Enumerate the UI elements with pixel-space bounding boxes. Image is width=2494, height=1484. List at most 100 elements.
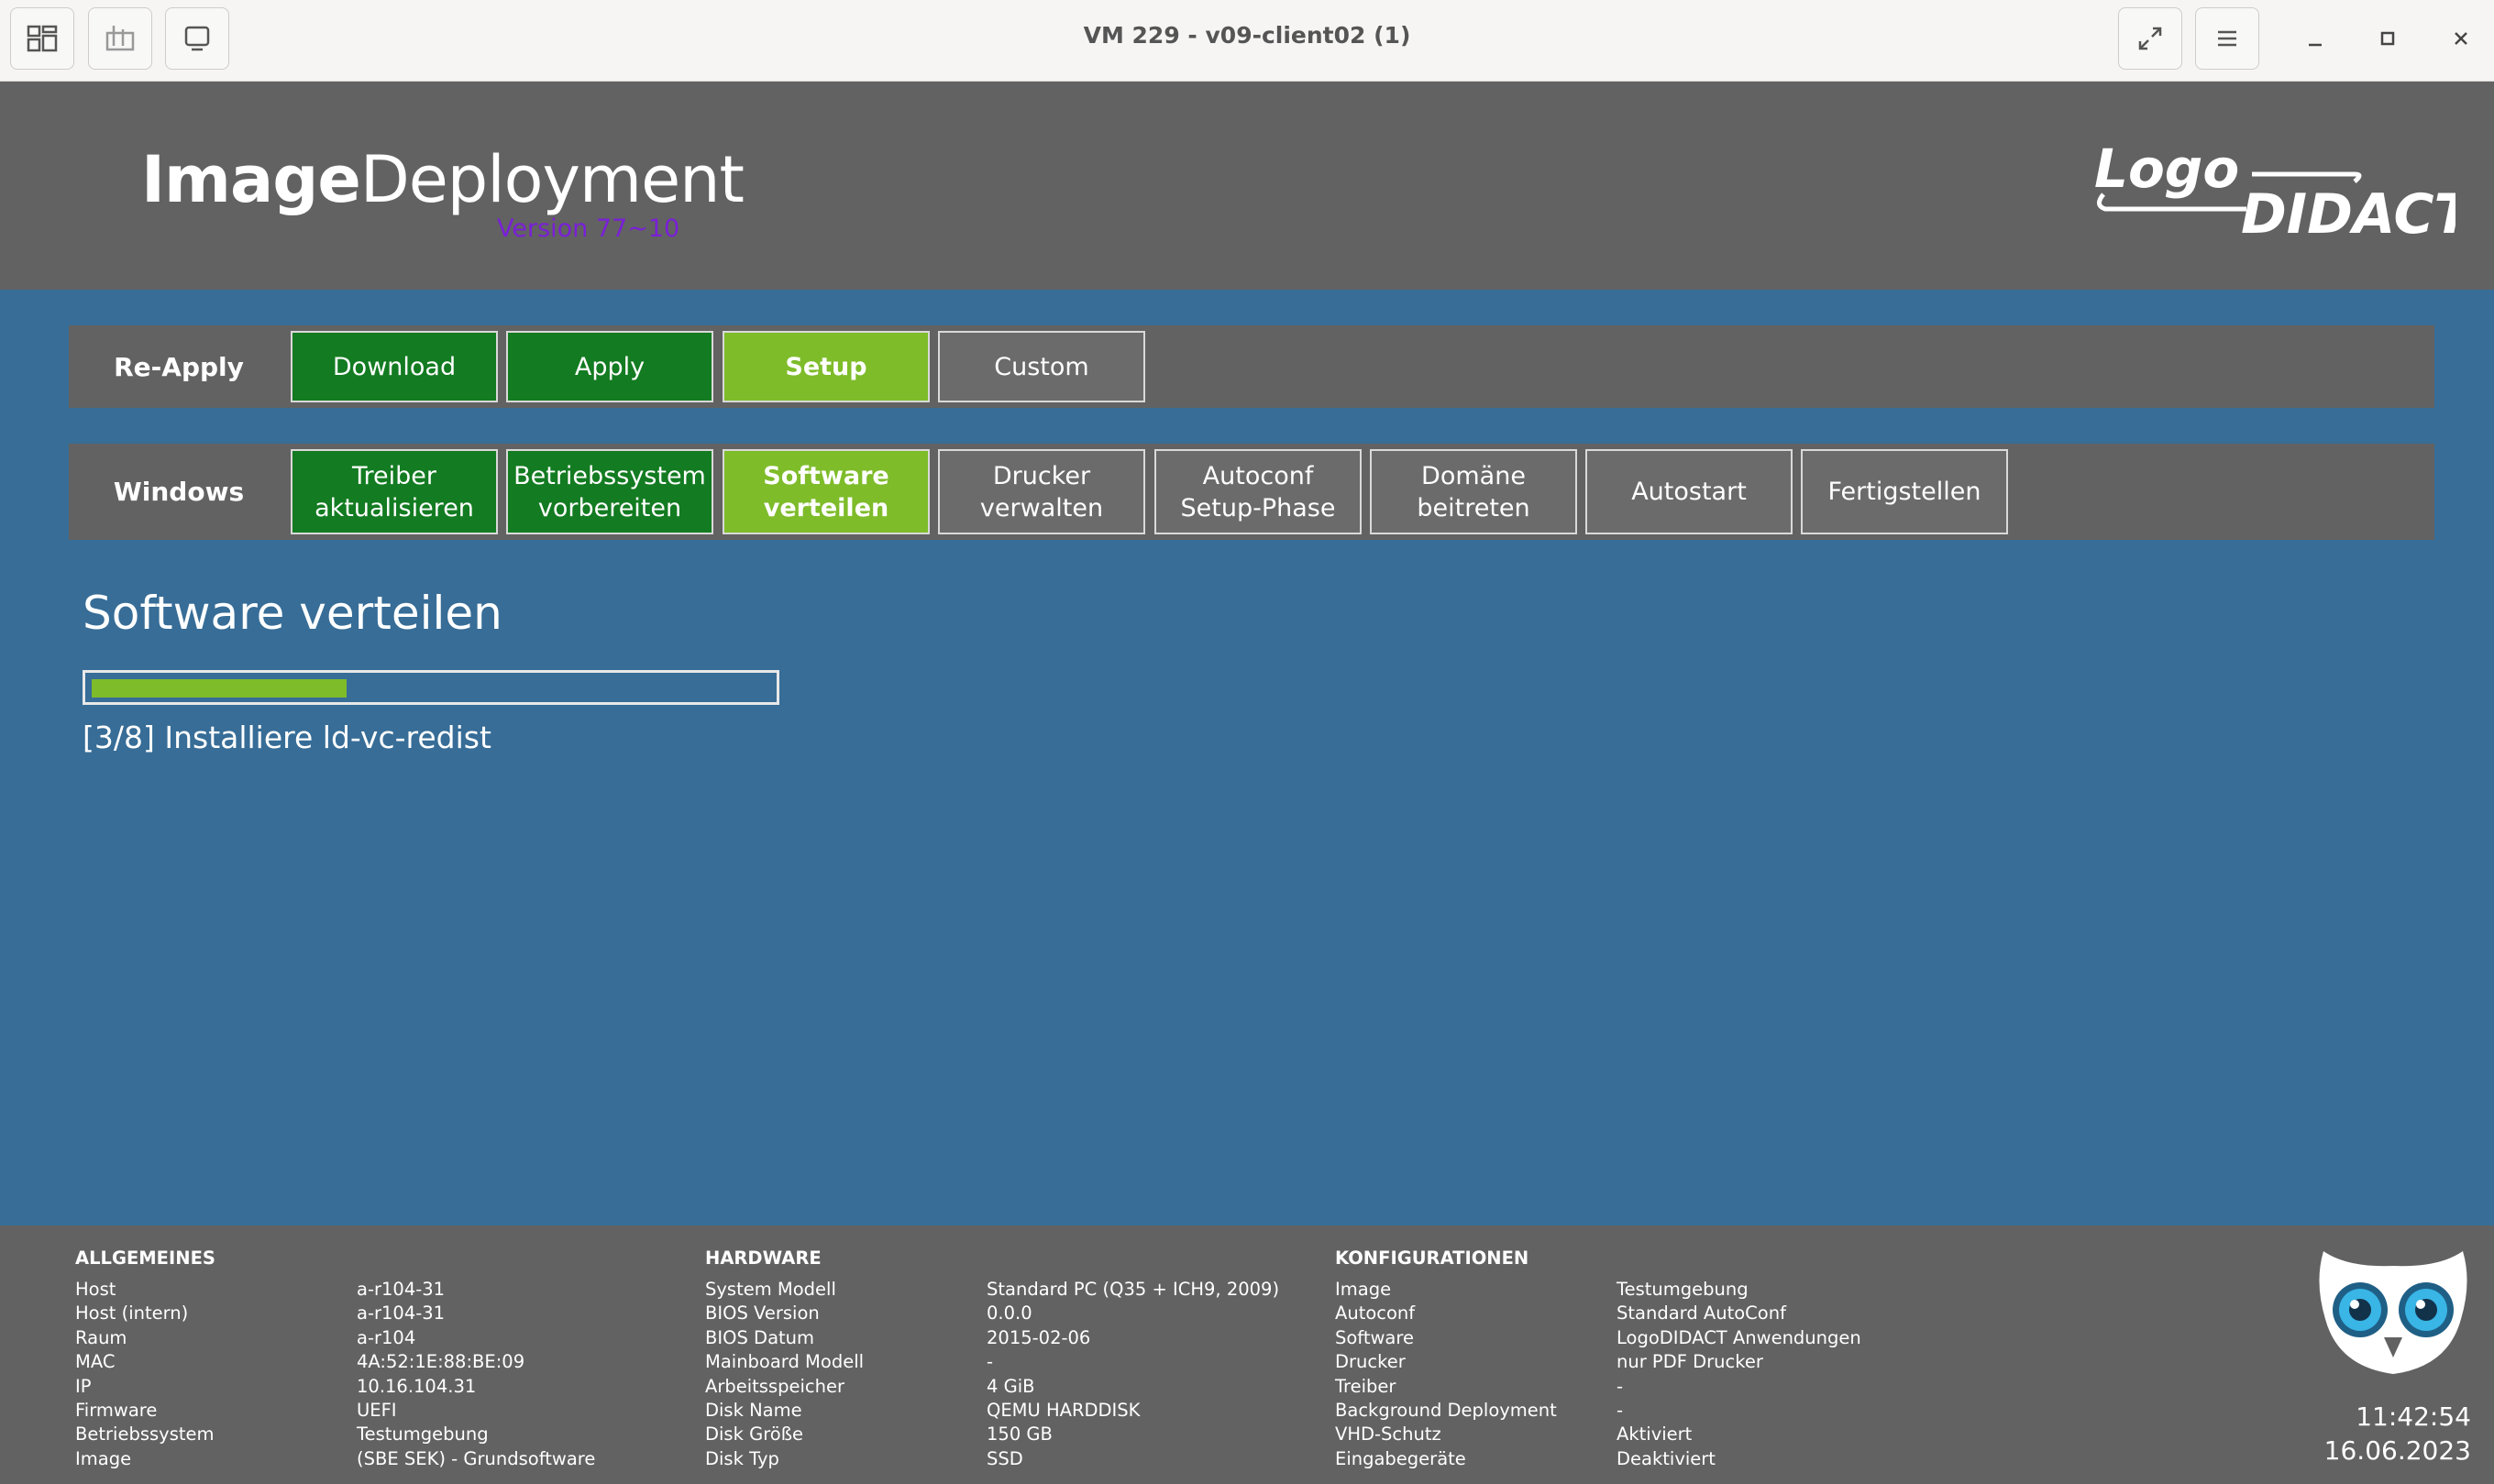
maximize-button[interactable] (2367, 18, 2408, 59)
step-line2: Setup-Phase (1180, 493, 1336, 522)
info-key: Software (1335, 1326, 1414, 1348)
logo-text-bottom: DIDACT (2241, 182, 2455, 247)
info-key: Disk Typ (705, 1447, 779, 1469)
window-titlebar: VM 229 - v09-client02 (1) (0, 0, 2494, 82)
section-title-hardware: HARDWARE (705, 1248, 822, 1269)
setup-button[interactable]: Setup (723, 331, 930, 402)
info-key: MAC (75, 1351, 116, 1373)
step-fertigstellen[interactable]: Fertigstellen (1801, 449, 2008, 534)
info-value: - (1617, 1400, 1624, 1421)
step-line1: Betriebssystem (513, 461, 706, 490)
info-value: (SBE SEK) - Grundsoftware (357, 1447, 596, 1469)
info-value: Aktiviert (1617, 1424, 1693, 1446)
info-key: Eingabegeräte (1335, 1447, 1466, 1469)
info-value: a-r104 (357, 1326, 416, 1348)
info-key: Background Deployment (1335, 1400, 1557, 1421)
step-betriebssystem-vorbereiten[interactable]: Betriebssystem vorbereiten (506, 449, 713, 534)
step-domaene-beitreten[interactable]: Domäne beitreten (1370, 449, 1577, 534)
step-line1: Fertigstellen (1827, 478, 1981, 506)
custom-button[interactable]: Custom (938, 331, 1145, 402)
step-autostart[interactable]: Autostart (1585, 449, 1793, 534)
step-treiber-aktualisieren[interactable]: Treiber aktualisieren (291, 449, 498, 534)
step-line1: Treiber (352, 461, 436, 490)
progress-fill (92, 679, 347, 698)
windows-label: Windows (113, 477, 245, 507)
info-value: Testumgebung (357, 1424, 489, 1446)
info-footer: ALLGEMEINES HARDWARE KONFIGURATIONEN Hos… (0, 1226, 2494, 1484)
status-text: [3/8] Installiere ld-vc-redist (83, 720, 491, 755)
info-value: Standard PC (Q35 + ICH9, 2009) (987, 1279, 1280, 1300)
info-value: a-r104-31 (357, 1279, 446, 1300)
step-line2: vorbereiten (537, 493, 682, 522)
windows-bar: Windows Treiber aktualisieren Betriebssys… (69, 444, 2434, 540)
info-key: Image (75, 1447, 132, 1469)
info-value: 0.0.0 (987, 1303, 1032, 1325)
info-key: Disk Größe (705, 1424, 803, 1446)
info-value: Deaktiviert (1617, 1447, 1716, 1469)
step-line2: verteilen (763, 493, 889, 522)
info-key: Image (1335, 1279, 1392, 1300)
info-value: - (987, 1351, 994, 1373)
step-line1: Software (763, 461, 889, 490)
menu-icon (2218, 30, 2236, 47)
logo-text-top: Logo (2094, 137, 2239, 200)
page-title: Software verteilen (83, 587, 502, 640)
info-value: Testumgebung (1617, 1279, 1749, 1300)
info-value: nur PDF Drucker (1617, 1351, 1763, 1373)
info-value: 150 GB (987, 1424, 1053, 1446)
apply-button[interactable]: Apply (506, 331, 713, 402)
info-value: QEMU HARDDISK (987, 1400, 1141, 1421)
close-button[interactable] (2441, 18, 2481, 59)
info-key: Firmware (75, 1400, 158, 1421)
step-line1: Domäne (1421, 461, 1526, 490)
info-key: Disk Name (705, 1400, 802, 1421)
info-key: Mainboard Modell (705, 1351, 865, 1373)
section-title-general: ALLGEMEINES (75, 1248, 215, 1269)
close-icon (2455, 32, 2467, 45)
info-value: SSD (987, 1447, 1023, 1469)
info-key: Host (intern) (75, 1303, 189, 1325)
owl-mascot-icon (2319, 1251, 2467, 1374)
minimize-button[interactable] (2295, 18, 2335, 59)
brand-light: Deployment (359, 142, 745, 217)
step-software-verteilen[interactable]: Software verteilen (723, 449, 930, 534)
reapply-label: Re-Apply (114, 352, 244, 382)
brand-bold: Image (141, 142, 361, 217)
info-value: a-r104-31 (357, 1303, 446, 1325)
menu-button[interactable] (2195, 7, 2259, 70)
logodidact-logo: Logo DIDACT (2094, 137, 2455, 247)
step-drucker-verwalten[interactable]: Drucker verwalten (938, 449, 1145, 534)
app-header: ImageDeployment Version 77~10 Logo DIDAC… (0, 82, 2494, 290)
step-line1: Autoconf (1202, 461, 1314, 490)
info-value: UEFI (357, 1400, 397, 1421)
info-value: 4 GiB (987, 1375, 1035, 1397)
clock-date: 16.06.2023 (2323, 1435, 2471, 1466)
info-value: 10.16.104.31 (357, 1375, 477, 1397)
info-key: Host (75, 1279, 116, 1300)
step-line2: verwalten (979, 493, 1104, 522)
step-line1: Drucker (992, 461, 1091, 490)
maximize-icon (2380, 31, 2395, 46)
info-key: System Modell (705, 1279, 836, 1300)
step-autoconf-setup-phase[interactable]: Autoconf Setup-Phase (1154, 449, 1362, 534)
info-value: 2015-02-06 (987, 1326, 1091, 1348)
info-key: Raum (75, 1326, 127, 1348)
app-brand: ImageDeployment (141, 142, 745, 217)
info-key: Betriebssystem (75, 1424, 215, 1446)
section-title-config: KONFIGURATIONEN (1335, 1248, 1529, 1269)
info-value: 4A:52:1E:88:BE:09 (357, 1351, 525, 1373)
fullscreen-button[interactable] (2118, 7, 2182, 70)
info-key: IP (75, 1375, 92, 1397)
info-key: Autoconf (1335, 1303, 1416, 1325)
info-key: Drucker (1335, 1351, 1406, 1373)
info-key: VHD-Schutz (1335, 1424, 1441, 1446)
download-button[interactable]: Download (291, 331, 498, 402)
progress-bar (83, 670, 779, 705)
step-line2: beitreten (1417, 493, 1530, 522)
minimize-icon (2309, 43, 2322, 47)
clock-time: 11:42:54 (2356, 1402, 2471, 1432)
fullscreen-icon (2138, 27, 2162, 50)
info-key: BIOS Datum (705, 1326, 815, 1348)
info-key: BIOS Version (705, 1303, 820, 1325)
reapply-bar: Re-Apply Download Apply Setup Custom (69, 325, 2434, 408)
